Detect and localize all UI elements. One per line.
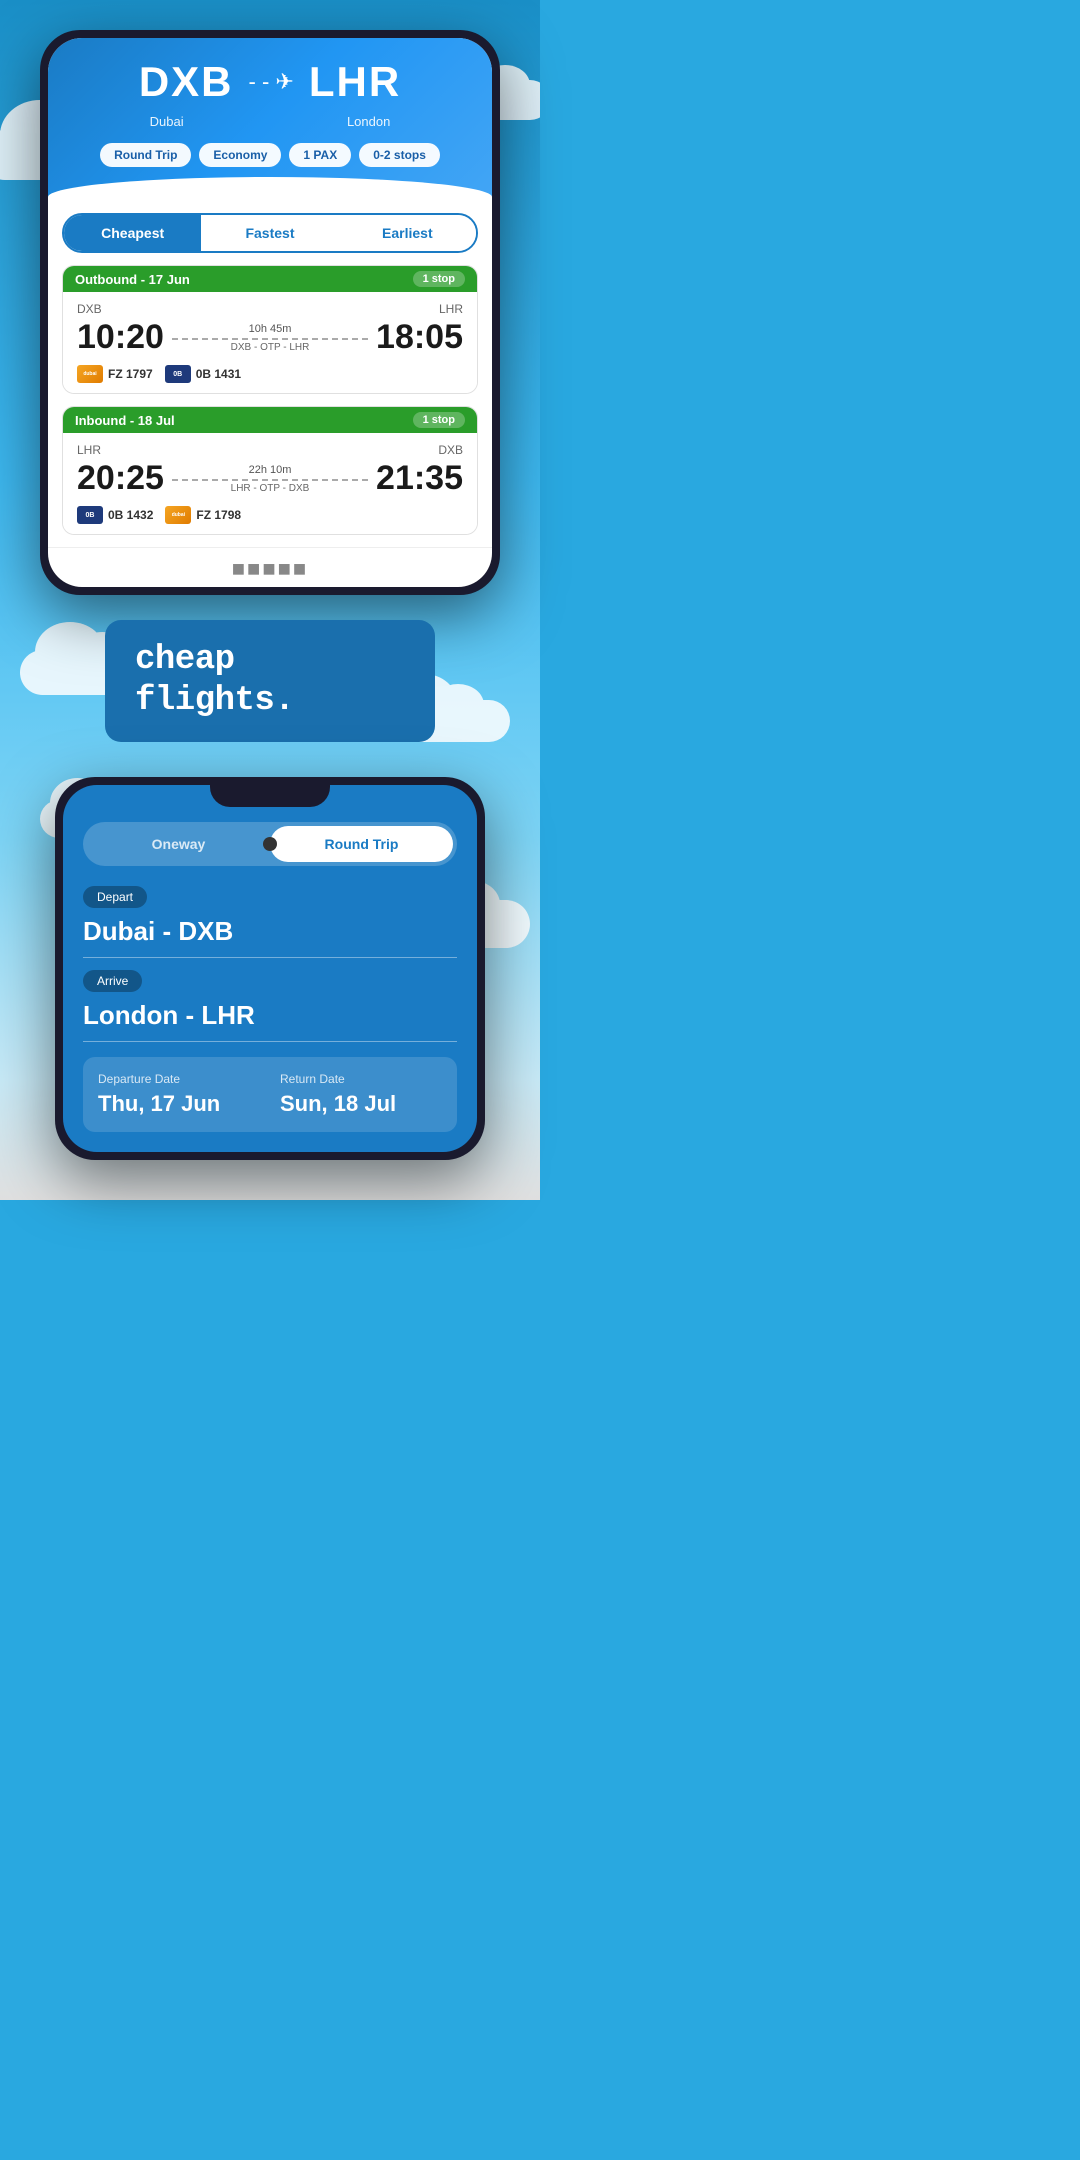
toggle-oneway[interactable]: Oneway	[87, 826, 270, 862]
tagline-section: cheap flights.	[95, 620, 445, 742]
tab-cheapest[interactable]: Cheapest	[64, 215, 201, 251]
outbound-airline-1: dubai FZ 1797	[77, 365, 153, 383]
outbound-airports: DXB LHR	[77, 302, 463, 316]
phone-2: Oneway Round Trip Depart Dubai - DXB Arr…	[55, 777, 485, 1160]
origin-code: DXB	[139, 58, 234, 106]
outbound-duration-section: 10h 45m DXB - OTP - LHR	[164, 323, 376, 353]
inbound-header: Inbound - 18 Jul 1 stop	[63, 407, 477, 433]
dubai-logo-2: dubai	[165, 506, 191, 524]
arrive-value[interactable]: London - LHR	[83, 1000, 457, 1042]
outbound-from: DXB	[77, 302, 102, 316]
outbound-route: DXB - OTP - LHR	[172, 342, 368, 353]
depart-field[interactable]: Depart Dubai - DXB	[83, 886, 457, 958]
tab-fastest[interactable]: Fastest	[201, 215, 338, 251]
phone-1: DXB - - ✈ LHR Dubai London Round Trip Ec…	[40, 30, 500, 595]
outbound-depart: 10:20	[77, 318, 164, 357]
inbound-duration: 22h 10m	[172, 464, 368, 476]
inbound-times: 20:25 22h 10m LHR - OTP - DXB 21:35	[77, 459, 463, 498]
arrive-label: Arrive	[83, 970, 142, 992]
inbound-route: LHR - OTP - DXB	[172, 483, 368, 494]
dates-section: Departure Date Thu, 17 Jun Return Date S…	[83, 1057, 457, 1132]
tagline-text: cheap flights.	[135, 640, 405, 722]
outbound-card: Outbound - 17 Jun 1 stop DXB LHR 10:20 1…	[62, 265, 478, 394]
outbound-to: LHR	[439, 302, 463, 316]
flight-icon: - - ✈	[249, 69, 294, 95]
outbound-airlines: dubai FZ 1797 0B 0B 1431	[77, 365, 463, 383]
search-form: Depart Dubai - DXB Arrive London - LHR D…	[63, 886, 477, 1132]
trip-type-toggle[interactable]: Oneway Round Trip	[83, 822, 457, 866]
phone-notch	[210, 785, 330, 807]
inbound-airline-2: dubai FZ 1798	[165, 506, 241, 524]
toggle-roundtrip[interactable]: Round Trip	[270, 826, 453, 862]
outbound-flight-1: FZ 1797	[108, 367, 153, 381]
return-date-value: Sun, 18 Jul	[280, 1091, 442, 1117]
blue-logo-2: 0B	[77, 506, 103, 524]
pill-pax[interactable]: 1 PAX	[289, 143, 351, 167]
outbound-flight-2: 0B 1431	[196, 367, 241, 381]
departure-date-col[interactable]: Departure Date Thu, 17 Jun	[98, 1072, 260, 1117]
inbound-flight-1: 0B 1432	[108, 508, 153, 522]
return-date-col[interactable]: Return Date Sun, 18 Jul	[280, 1072, 442, 1117]
depart-value[interactable]: Dubai - DXB	[83, 916, 457, 958]
price-preview: ■■■■■	[48, 547, 492, 587]
inbound-info: LHR DXB 20:25 22h 10m LHR - OTP - DXB 21…	[63, 433, 477, 534]
dashed-line-2	[172, 479, 368, 481]
departure-date-label: Departure Date	[98, 1072, 260, 1086]
route-row: DXB - - ✈ LHR	[68, 58, 472, 106]
outbound-stops: 1 stop	[413, 271, 465, 287]
blue-logo-1: 0B	[165, 365, 191, 383]
dest-code: LHR	[309, 58, 401, 106]
origin-city: Dubai	[150, 114, 184, 129]
tagline-box: cheap flights.	[105, 620, 435, 742]
route-cities: Dubai London	[68, 114, 472, 129]
departure-date-value: Thu, 17 Jun	[98, 1091, 260, 1117]
outbound-arrive: 18:05	[376, 318, 463, 357]
pill-round-trip[interactable]: Round Trip	[100, 143, 191, 167]
arrive-field[interactable]: Arrive London - LHR	[83, 970, 457, 1042]
outbound-airline-2: 0B 0B 1431	[165, 365, 241, 383]
inbound-label: Inbound - 18 Jul	[75, 413, 175, 428]
dubai-logo-1: dubai	[77, 365, 103, 383]
depart-label: Depart	[83, 886, 147, 908]
outbound-times: 10:20 10h 45m DXB - OTP - LHR 18:05	[77, 318, 463, 357]
inbound-airlines: 0B 0B 1432 dubai FZ 1798	[77, 506, 463, 524]
inbound-duration-section: 22h 10m LHR - OTP - DXB	[164, 464, 376, 494]
tab-earliest[interactable]: Earliest	[339, 215, 476, 251]
filter-pills: Round Trip Economy 1 PAX 0-2 stops	[68, 143, 472, 167]
return-date-label: Return Date	[280, 1072, 442, 1086]
inbound-card: Inbound - 18 Jul 1 stop LHR DXB 20:25 22…	[62, 406, 478, 535]
inbound-arrive: 21:35	[376, 459, 463, 498]
inbound-depart: 20:25	[77, 459, 164, 498]
outbound-label: Outbound - 17 Jun	[75, 272, 190, 287]
inbound-airports: LHR DXB	[77, 443, 463, 457]
toggle-dot	[263, 837, 277, 851]
sort-tabs: Cheapest Fastest Earliest	[62, 213, 478, 253]
outbound-info: DXB LHR 10:20 10h 45m DXB - OTP - LHR 18…	[63, 292, 477, 393]
inbound-from: LHR	[77, 443, 101, 457]
flight-search-header: DXB - - ✈ LHR Dubai London Round Trip Ec…	[48, 38, 492, 197]
inbound-flight-2: FZ 1798	[196, 508, 241, 522]
inbound-stops: 1 stop	[413, 412, 465, 428]
inbound-airline-1: 0B 0B 1432	[77, 506, 153, 524]
inbound-to: DXB	[438, 443, 463, 457]
outbound-header: Outbound - 17 Jun 1 stop	[63, 266, 477, 292]
dashed-line	[172, 338, 368, 340]
pill-economy[interactable]: Economy	[199, 143, 281, 167]
pill-stops[interactable]: 0-2 stops	[359, 143, 440, 167]
dest-city: London	[347, 114, 390, 129]
outbound-duration: 10h 45m	[172, 323, 368, 335]
